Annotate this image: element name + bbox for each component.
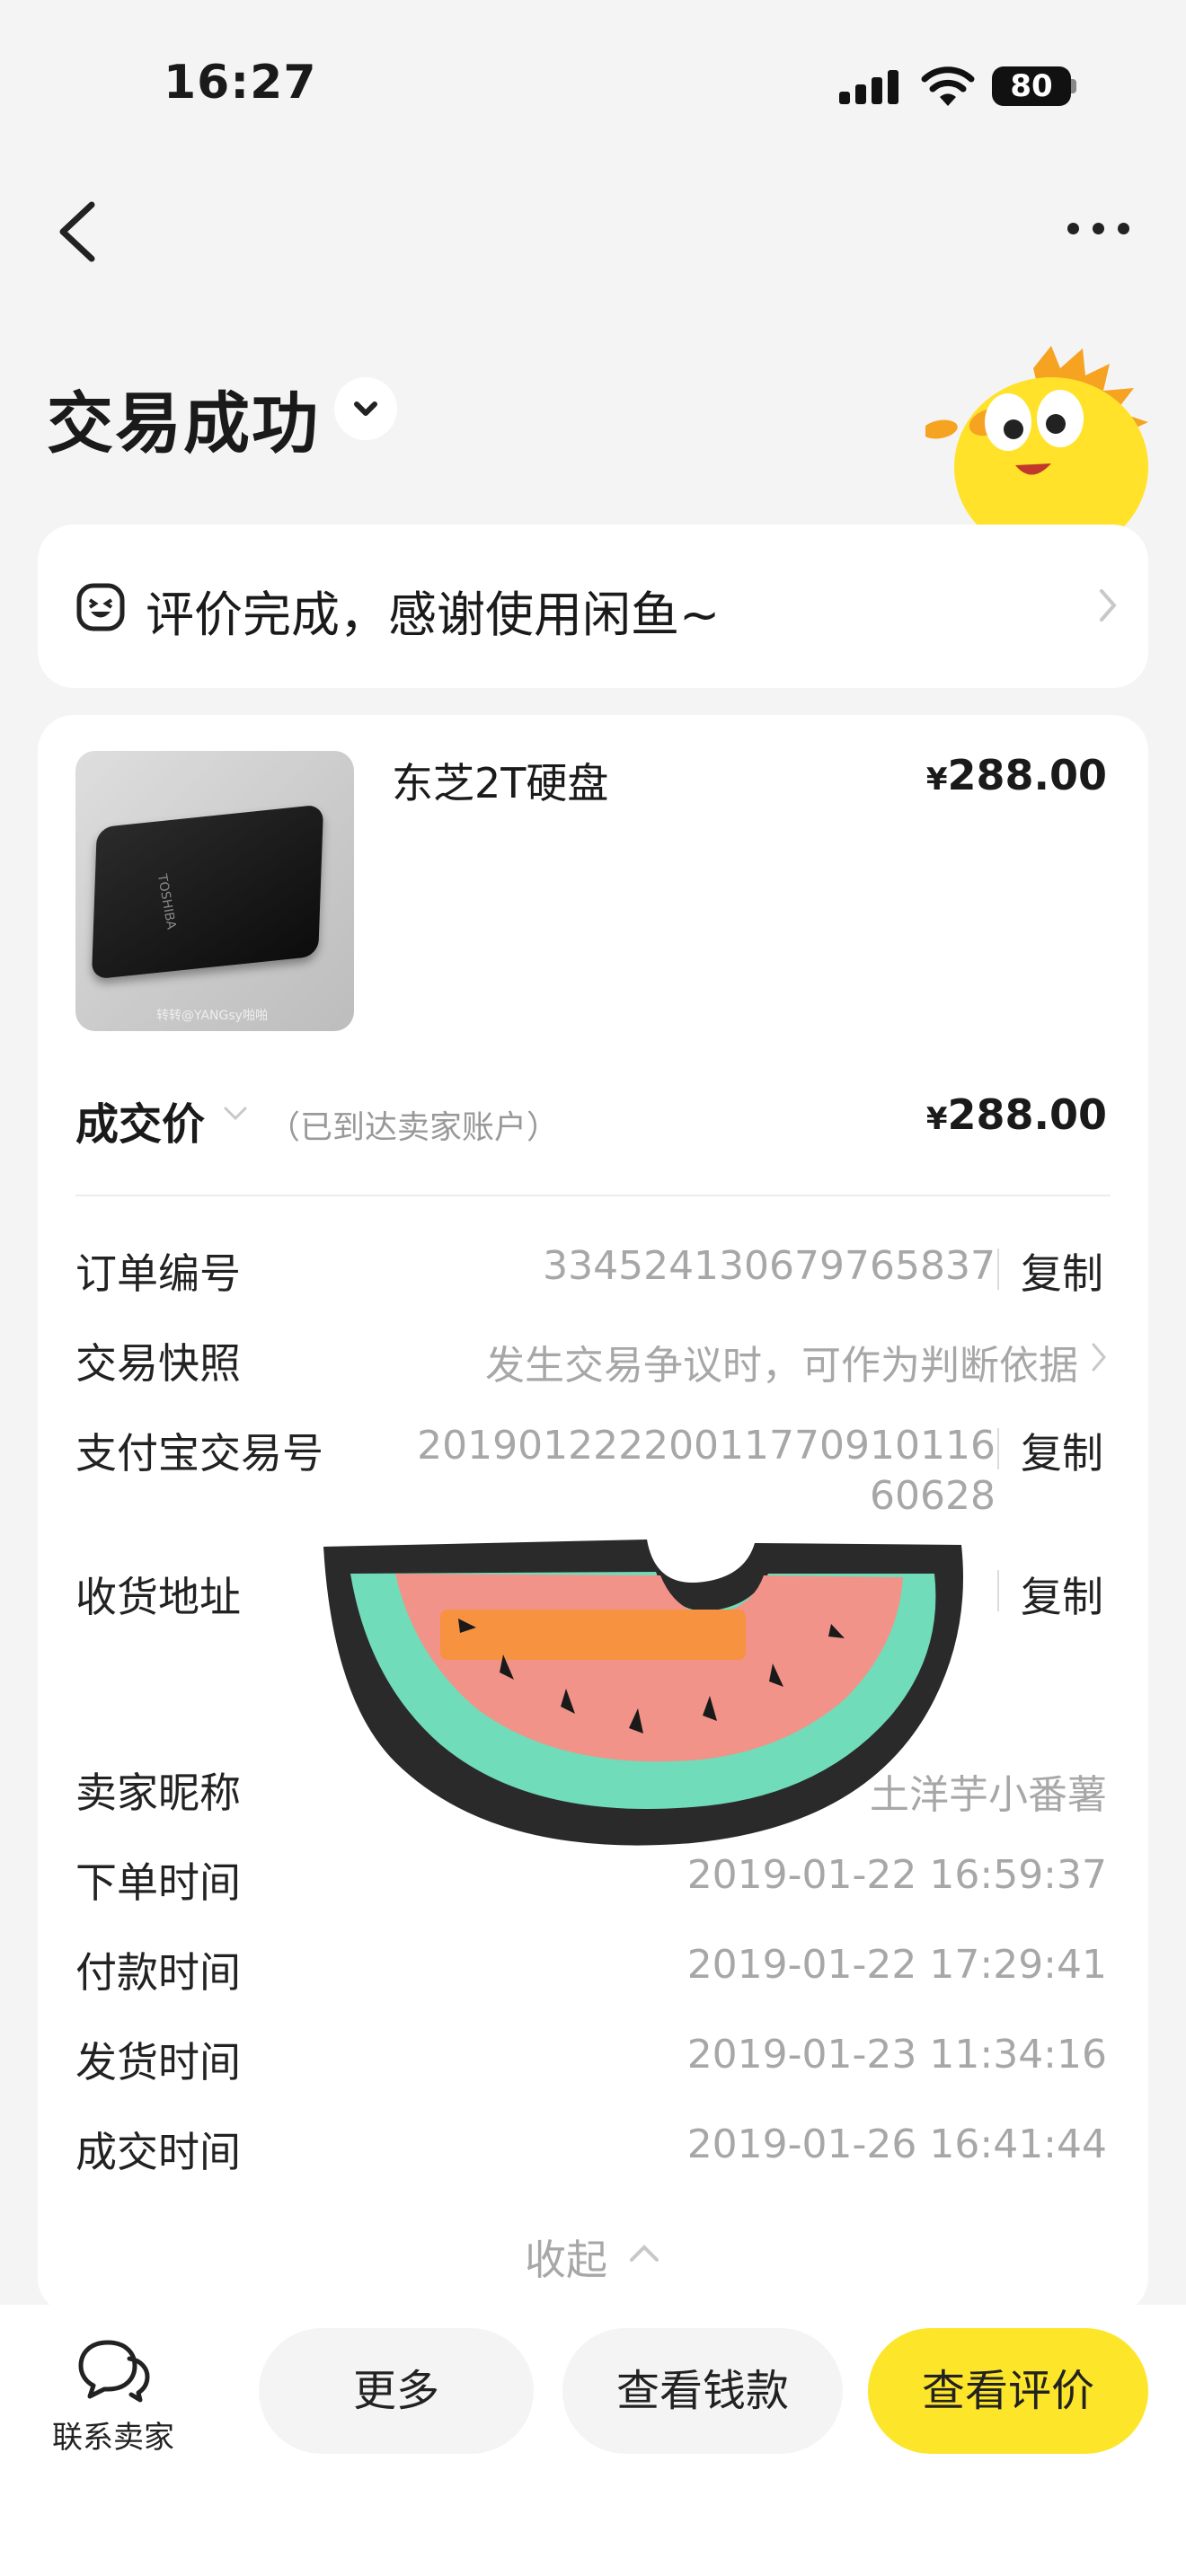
alipay-number-line2: 60628 — [870, 1473, 996, 1519]
deal-time-label: 成交时间 — [75, 2128, 241, 2176]
separator — [997, 1248, 999, 1290]
copy-alipay-number-button[interactable]: 复制 — [1021, 1421, 1103, 1480]
status-dropdown-button[interactable] — [334, 377, 397, 440]
snapshot-hint[interactable]: 发生交易争议时，可作为判断依据 — [485, 1333, 1078, 1390]
deal-time-value: 2019-01-26 16:41:44 — [686, 2122, 1107, 2167]
chevron-right-icon — [1100, 589, 1117, 622]
ship-time-label: 发货时间 — [75, 2038, 241, 2086]
deal-price-note: （已到达卖家账户） — [268, 1109, 560, 1146]
contact-seller-label[interactable]: 联系卖家 — [52, 2413, 174, 2457]
chevron-right-icon[interactable] — [1091, 1342, 1107, 1372]
deal-price-value: 288.00 — [947, 1090, 1107, 1139]
order-number-label: 订单编号 — [75, 1249, 241, 1298]
view-review-button[interactable]: 查看评价 — [868, 2328, 1148, 2454]
smiley-face-icon — [76, 583, 125, 631]
ship-time-value: 2019-01-23 11:34:16 — [686, 2032, 1107, 2078]
deal-price-label[interactable]: 成交价 — [75, 1089, 205, 1151]
deal-price: ¥288.00 — [926, 1090, 1107, 1139]
collapse-button[interactable]: 收起 — [525, 2228, 607, 2287]
currency-symbol: ¥ — [925, 1101, 948, 1137]
chevron-up-icon[interactable] — [629, 2244, 659, 2263]
product-price: ¥288.00 — [926, 751, 1107, 799]
divider — [75, 1195, 1111, 1196]
copy-order-number-button[interactable]: 复制 — [1021, 1241, 1103, 1301]
separator — [997, 1428, 999, 1469]
more-options-icon[interactable] — [1067, 216, 1130, 243]
chat-bubble-icon[interactable] — [77, 2337, 151, 2404]
address-label: 收货地址 — [75, 1573, 241, 1621]
product-image[interactable]: TOSHIBA 转转@YANGsy啪啪 — [75, 751, 354, 1031]
alipay-number-label: 支付宝交易号 — [75, 1429, 323, 1478]
chevron-down-icon — [354, 401, 377, 416]
more-button[interactable]: 更多 — [259, 2328, 534, 2454]
order-time-label: 下单时间 — [75, 1858, 241, 1907]
xianyu-mascot-icon — [925, 346, 1148, 532]
separator — [997, 1570, 999, 1611]
alipay-number-line1: 20190122220011770910116 — [417, 1423, 996, 1469]
status-time: 16:27 — [164, 56, 317, 110]
seller-nickname-label: 卖家昵称 — [75, 1769, 241, 1817]
wifi-icon — [921, 66, 975, 106]
hard-drive-illustration — [91, 804, 324, 980]
battery-nub — [1071, 79, 1076, 93]
chevron-down-icon[interactable] — [223, 1105, 248, 1123]
page-title: 交易成功 — [47, 385, 320, 463]
pay-time-value: 2019-01-22 17:29:41 — [686, 1942, 1107, 1988]
review-complete-text: 评价完成，感谢使用闲鱼~ — [146, 587, 721, 643]
back-arrow-icon[interactable] — [56, 199, 99, 264]
product-price-value: 288.00 — [947, 751, 1107, 799]
cellular-signal-icon — [839, 68, 904, 104]
product-name[interactable]: 东芝2T硬盘 — [392, 751, 608, 810]
pay-time-label: 付款时间 — [75, 1948, 241, 1997]
battery-indicator: 80 — [992, 66, 1071, 106]
copy-address-button[interactable]: 复制 — [1021, 1565, 1103, 1624]
view-money-button[interactable]: 查看钱款 — [562, 2328, 843, 2454]
snapshot-label: 交易快照 — [75, 1339, 241, 1388]
currency-symbol: ¥ — [925, 762, 948, 798]
image-watermark: 转转@YANGsy啪啪 — [156, 1009, 268, 1023]
watermelon-sticker-icon — [323, 1539, 963, 1846]
order-number-value: 334524130679765837 — [543, 1243, 996, 1289]
